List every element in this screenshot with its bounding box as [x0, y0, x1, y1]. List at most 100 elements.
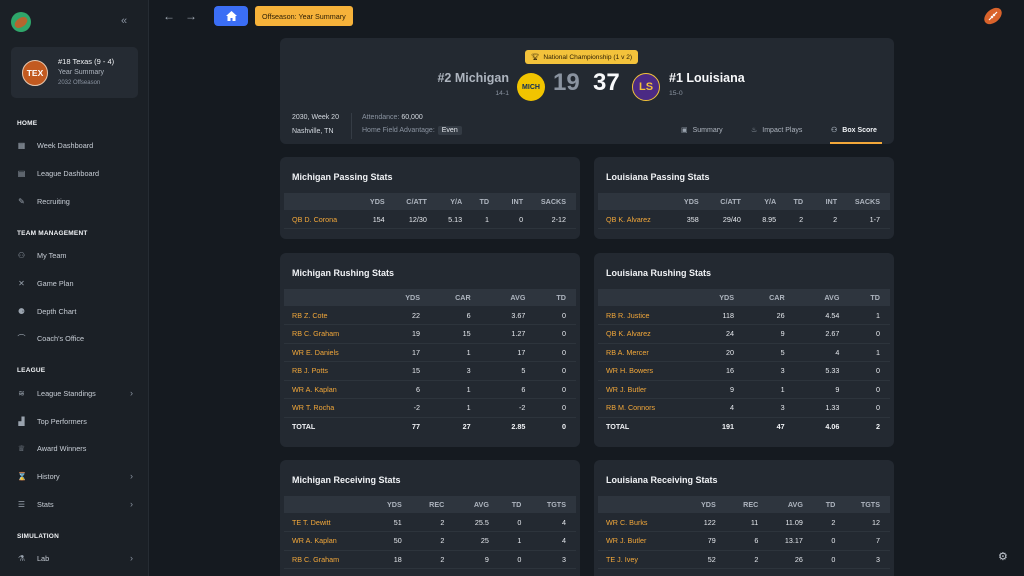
column-header[interactable]: YDS — [695, 496, 726, 513]
player-link[interactable]: WR A. Kaplan — [284, 380, 396, 399]
column-header[interactable]: TD — [812, 496, 846, 513]
player-link[interactable]: TE T. Dewitt — [284, 513, 382, 532]
football-icon[interactable] — [983, 6, 1003, 26]
sidebar-item-league-standings[interactable]: ≋ League Standings › — [17, 386, 137, 400]
column-header[interactable]: CAR — [743, 289, 795, 306]
column-header[interactable]: TD — [472, 193, 500, 210]
player-link[interactable]: WR A. Kaplan — [284, 531, 382, 551]
column-header[interactable]: Y/A — [750, 193, 787, 210]
column-header[interactable]: SACKS — [533, 193, 576, 210]
player-link[interactable]: QB D. Corona — [284, 210, 358, 229]
sidebar-item-league-dashboard[interactable]: ▤ League Dashboard — [17, 166, 137, 180]
stat-cell: 19 — [395, 324, 430, 344]
player-link[interactable]: WR C. Burks — [598, 513, 696, 532]
column-header[interactable]: TD — [786, 193, 814, 210]
stat-cell: 27 — [462, 422, 471, 431]
users-icon: ⚇ — [17, 250, 26, 260]
column-header[interactable] — [284, 193, 358, 210]
hfa-label: Home Field Advantage: — [362, 127, 435, 134]
column-header[interactable]: TGTS — [531, 496, 576, 513]
player-link[interactable]: RB R. Justice — [598, 306, 710, 325]
home-team-name[interactable]: #1 Louisiana — [669, 71, 745, 85]
player-link[interactable]: WR J. Butler — [598, 531, 696, 551]
sidebar-item-coachs-office[interactable]: ⌒ Coach's Office — [17, 331, 137, 345]
sidebar-item-lab[interactable]: ⚗ Lab › — [17, 551, 137, 565]
stat-cell: 6 — [429, 306, 481, 325]
stat-cell: 6 — [725, 531, 769, 551]
column-header[interactable]: AVG — [454, 496, 499, 513]
column-header[interactable] — [284, 289, 396, 306]
column-header[interactable]: YDS — [381, 496, 412, 513]
sidebar-item-top-performers[interactable]: ▟ Top Performers — [17, 414, 137, 428]
collapse-sidebar-icon[interactable]: « — [121, 15, 127, 27]
sidebar-item-recruiting[interactable]: ✎ Recruiting — [17, 194, 137, 208]
team-card[interactable]: TEX #18 Texas (9 - 4) Year Summary 2032 … — [11, 47, 138, 98]
column-header[interactable] — [598, 496, 696, 513]
player-link[interactable]: WR J. Butler — [598, 380, 710, 399]
column-header[interactable] — [598, 193, 672, 210]
sidebar-item-my-team[interactable]: ⚇ My Team — [17, 248, 137, 262]
stat-cell: 26 — [743, 306, 795, 325]
player-link[interactable]: WR T. Rocha — [284, 398, 396, 418]
home-button[interactable] — [214, 6, 248, 26]
player-link[interactable]: RB A. Mercer — [598, 343, 710, 362]
column-header[interactable]: AVG — [794, 289, 850, 306]
player-link[interactable]: WR H. Bowers — [598, 361, 710, 381]
player-link[interactable]: RB Z. Cote — [284, 306, 396, 325]
table-row: QB K. Alvarez 24 9 2.67 0 — [598, 324, 890, 344]
player-link[interactable]: WR E. Daniels — [284, 343, 396, 362]
sidebar-item-stats[interactable]: ☰ Stats › — [17, 497, 137, 511]
column-header[interactable]: TGTS — [845, 496, 890, 513]
table-row: WR J. Butler 79 6 13.17 0 7 — [598, 531, 890, 551]
player-link[interactable]: QB K. Alvarez — [598, 324, 710, 344]
app-logo-icon[interactable] — [11, 12, 31, 32]
column-header[interactable]: C/ATT — [394, 193, 437, 210]
stat-cell: 15 — [429, 324, 481, 344]
column-header[interactable]: YDS — [357, 193, 395, 210]
player-link[interactable]: QB K. Alvarez — [598, 210, 672, 229]
column-header[interactable]: YDS — [395, 289, 430, 306]
table-row: WR J. Butler 9 1 9 0 — [598, 380, 890, 399]
player-link[interactable]: RB C. Graham — [284, 324, 396, 344]
column-header[interactable] — [284, 496, 382, 513]
column-header[interactable]: C/ATT — [708, 193, 751, 210]
column-header[interactable]: INT — [813, 193, 848, 210]
column-header[interactable]: AVG — [480, 289, 536, 306]
column-header[interactable]: Y/A — [436, 193, 473, 210]
tab-summary[interactable]: ▣ Summary — [681, 126, 723, 135]
sidebar-item-week-dashboard[interactable]: ▦ Week Dashboard — [17, 138, 137, 152]
tab-impact-plays[interactable]: ♨ Impact Plays — [751, 126, 802, 135]
column-header[interactable]: REC — [725, 496, 769, 513]
away-team-name[interactable]: #2 Michigan — [437, 71, 509, 85]
column-header[interactable]: REC — [411, 496, 455, 513]
sidebar-item-history[interactable]: ⌛ History › — [17, 469, 137, 483]
stat-cell: 358 — [671, 210, 709, 229]
column-header[interactable]: AVG — [768, 496, 813, 513]
column-header[interactable]: INT — [499, 193, 534, 210]
sidebar-item-depth-chart[interactable]: ⚈ Depth Chart — [17, 304, 137, 318]
column-header[interactable]: YDS — [709, 289, 744, 306]
column-header[interactable]: TD — [849, 289, 890, 306]
player-link[interactable]: TE J. Ivey — [598, 550, 696, 569]
settings-gear-icon[interactable]: ⚙ — [998, 550, 1012, 564]
sidebar-item-game-plan[interactable]: ✕ Game Plan — [17, 276, 137, 290]
stat-cell: 1 — [849, 306, 890, 325]
column-header[interactable] — [598, 289, 710, 306]
player-link[interactable]: RB M. Connors — [598, 398, 710, 418]
breadcrumb[interactable]: Offseason: Year Summary — [255, 6, 353, 26]
column-header[interactable]: TD — [535, 289, 576, 306]
column-header[interactable]: YDS — [671, 193, 709, 210]
stat-cell: 24 — [709, 324, 744, 344]
column-header[interactable]: TD — [498, 496, 532, 513]
tab-box-score[interactable]: ⚇ Box Score — [831, 126, 877, 135]
column-header[interactable]: CAR — [429, 289, 481, 306]
forward-arrow-icon[interactable]: → — [185, 9, 197, 23]
player-link[interactable]: RB J. Potts — [284, 361, 396, 381]
sidebar-item-award-winners[interactable]: ♕ Award Winners — [17, 441, 137, 455]
column-header[interactable]: SACKS — [847, 193, 890, 210]
back-arrow-icon[interactable]: ← — [163, 9, 175, 23]
table-row: WR A. Kaplan 50 2 25 1 4 — [284, 531, 576, 551]
stat-cell: 12/30 — [394, 210, 437, 229]
player-link[interactable]: RB C. Graham — [284, 550, 382, 569]
stat-cell: 0 — [535, 398, 576, 418]
